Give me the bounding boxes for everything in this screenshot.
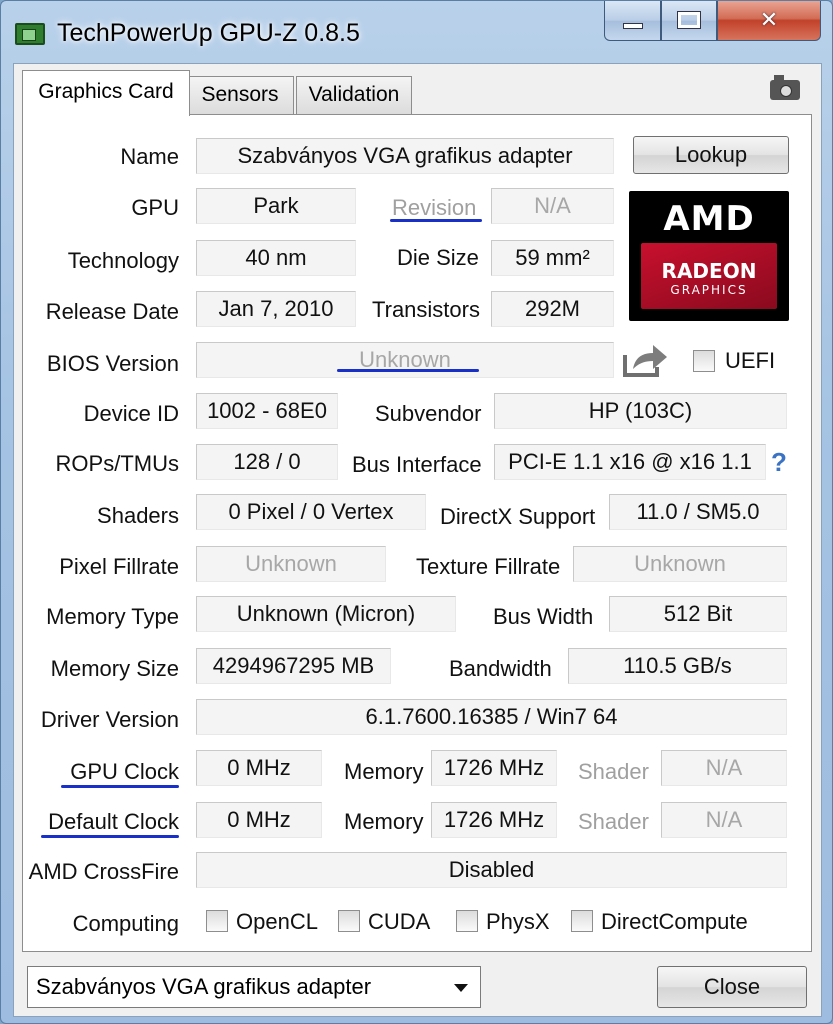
- chevron-down-icon: [454, 984, 468, 992]
- uefi-label: UEFI: [725, 348, 776, 373]
- gpuz-app-icon: [15, 23, 45, 45]
- die-size-field[interactable]: 59 mm²: [491, 240, 614, 276]
- gpu-clock-field[interactable]: 0 MHz: [196, 750, 322, 786]
- tab-validation[interactable]: Validation: [296, 76, 412, 114]
- maximize-icon: [677, 11, 701, 29]
- adapter-select[interactable]: Szabványos VGA grafikus adapter: [27, 966, 481, 1008]
- bus-width-label: Bus Width: [493, 604, 594, 629]
- save-bios-share-icon[interactable]: [621, 339, 669, 379]
- directcompute-label: DirectCompute: [601, 909, 748, 934]
- driver-version-field[interactable]: 6.1.7600.16385 / Win7 64: [196, 699, 787, 735]
- memory-size-field[interactable]: 4294967295 MB: [196, 648, 391, 684]
- default-clock-memory-field[interactable]: 1726 MHz: [431, 802, 557, 838]
- gpu-clock-shader-label: Shader: [578, 759, 649, 784]
- gpu-field[interactable]: Park: [196, 188, 356, 224]
- maximize-button[interactable]: [661, 1, 717, 41]
- graphics-text: GRAPHICS: [670, 283, 748, 297]
- opencl-checkbox[interactable]: [206, 910, 228, 932]
- name-label: Name: [120, 144, 179, 169]
- gpu-clock-label: GPU Clock: [70, 759, 179, 784]
- title-bar[interactable]: TechPowerUp GPU-Z 0.8.5 ✕: [1, 1, 833, 63]
- opencl-label: OpenCL: [236, 909, 318, 934]
- crossfire-label: AMD CrossFire: [28, 859, 179, 884]
- default-clock-label: Default Clock: [48, 809, 179, 834]
- shaders-label: Shaders: [97, 503, 179, 528]
- rops-tmus-label: ROPs/TMUs: [55, 451, 179, 476]
- computing-label: Computing: [72, 911, 179, 936]
- release-date-label: Release Date: [45, 299, 179, 324]
- transistors-field[interactable]: 292M: [491, 291, 614, 327]
- revision-annotation-underline: [390, 219, 482, 222]
- release-date-field[interactable]: Jan 7, 2010: [196, 291, 356, 327]
- bios-annotation-underline: [337, 369, 479, 372]
- gpu-clock-memory-label: Memory: [344, 759, 424, 784]
- subvendor-label: Subvendor: [375, 401, 482, 426]
- technology-field[interactable]: 40 nm: [196, 240, 356, 276]
- camera-icon[interactable]: [770, 75, 800, 100]
- default-clock-annotation-underline: [41, 835, 179, 838]
- texture-fillrate-field[interactable]: Unknown: [573, 546, 787, 582]
- crossfire-field[interactable]: Disabled: [196, 852, 787, 888]
- radeon-badge: RADEON GRAPHICS: [641, 243, 777, 309]
- rops-tmus-field[interactable]: 128 / 0: [196, 444, 338, 480]
- tab-sensors[interactable]: Sensors: [186, 76, 294, 114]
- close-icon: ✕: [759, 7, 779, 32]
- radeon-text: RADEON: [661, 259, 757, 283]
- lookup-button[interactable]: Lookup: [633, 136, 789, 174]
- directx-support-field[interactable]: 11.0 / SM5.0: [609, 494, 787, 530]
- bios-version-label: BIOS Version: [46, 351, 179, 376]
- shaders-field[interactable]: 0 Pixel / 0 Vertex: [196, 494, 426, 530]
- bios-version-field[interactable]: Unknown: [196, 342, 614, 378]
- cuda-label: CUDA: [368, 909, 431, 934]
- gpuz-window: TechPowerUp GPU-Z 0.8.5 ✕ Sensors Valida…: [0, 0, 833, 1024]
- driver-version-label: Driver Version: [40, 707, 179, 732]
- memory-type-field[interactable]: Unknown (Micron): [196, 596, 456, 632]
- gpu-clock-memory-field[interactable]: 1726 MHz: [431, 750, 557, 786]
- transistors-label: Transistors: [372, 297, 480, 322]
- bus-width-field[interactable]: 512 Bit: [609, 596, 787, 632]
- memory-size-label: Memory Size: [50, 656, 179, 681]
- bandwidth-label: Bandwidth: [449, 656, 552, 681]
- gpu-clock-annotation-underline: [61, 785, 179, 788]
- uefi-checkbox[interactable]: [693, 350, 715, 372]
- close-button[interactable]: Close: [657, 966, 807, 1008]
- cuda-checkbox[interactable]: [338, 910, 360, 932]
- bus-interface-label: Bus Interface: [352, 452, 482, 477]
- pixel-fillrate-label: Pixel Fillrate: [59, 554, 179, 579]
- device-id-label: Device ID: [83, 401, 179, 426]
- default-clock-shader-field[interactable]: N/A: [661, 802, 787, 838]
- directcompute-checkbox[interactable]: [571, 910, 593, 932]
- default-clock-memory-label: Memory: [344, 809, 424, 834]
- minimize-button[interactable]: [604, 1, 661, 41]
- texture-fillrate-label: Texture Fillrate: [416, 554, 561, 579]
- pixel-fillrate-field[interactable]: Unknown: [196, 546, 386, 582]
- tab-graphics-card[interactable]: Graphics Card: [22, 70, 190, 116]
- bandwidth-field[interactable]: 110.5 GB/s: [568, 648, 787, 684]
- help-icon[interactable]: ?: [771, 447, 787, 478]
- technology-label: Technology: [67, 248, 179, 273]
- gpu-clock-shader-field[interactable]: N/A: [661, 750, 787, 786]
- default-clock-shader-label: Shader: [578, 809, 649, 834]
- revision-label: Revision: [392, 195, 477, 220]
- amd-radeon-logo: AMD RADEON GRAPHICS: [629, 191, 789, 321]
- physx-checkbox[interactable]: [456, 910, 478, 932]
- minimize-icon: [622, 23, 643, 29]
- device-id-field[interactable]: 1002 - 68E0: [196, 393, 338, 429]
- name-field[interactable]: Szabványos VGA grafikus adapter: [196, 138, 614, 174]
- die-size-label: Die Size: [397, 245, 479, 270]
- physx-label: PhysX: [486, 909, 550, 934]
- window-title: TechPowerUp GPU-Z 0.8.5: [57, 19, 360, 47]
- subvendor-field[interactable]: HP (103C): [494, 393, 787, 429]
- memory-type-label: Memory Type: [46, 604, 179, 629]
- revision-field[interactable]: N/A: [491, 188, 614, 224]
- amd-brand-text: AMD: [663, 199, 755, 239]
- window-close-button[interactable]: ✕: [717, 1, 821, 41]
- directx-support-label: DirectX Support: [440, 504, 596, 529]
- gpu-label: GPU: [131, 195, 179, 220]
- adapter-select-value: Szabványos VGA grafikus adapter: [36, 974, 372, 999]
- bus-interface-field[interactable]: PCI-E 1.1 x16 @ x16 1.1: [494, 444, 766, 480]
- default-clock-field[interactable]: 0 MHz: [196, 802, 322, 838]
